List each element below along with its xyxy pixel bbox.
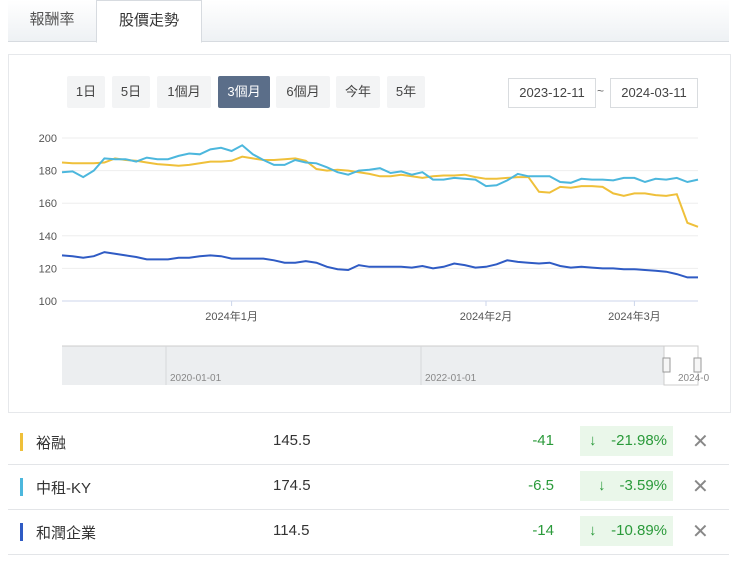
price-chart: 1001201401601802002024年1月 2024年2月 2024年3月 …	[39, 133, 710, 386]
stock-row: 裕融 145.5 -41 ↓ -21.98% ✕	[8, 420, 729, 465]
pct-value: -3.59%	[619, 477, 667, 494]
remove-icon[interactable]: ✕	[692, 474, 709, 499]
series-line-和潤企業	[61, 251, 698, 279]
navigator[interactable]: 2020-01-01 2022-01-01 2024-0	[62, 345, 710, 386]
y-tick-label: 140	[39, 231, 57, 243]
stock-price: 145.5	[273, 432, 311, 449]
series-line-中租-KY	[61, 144, 699, 188]
stock-price: 174.5	[273, 477, 311, 494]
arrow-down-icon: ↓	[589, 522, 597, 539]
series-color-marker	[20, 478, 23, 496]
y-tick-label: 200	[39, 133, 57, 145]
y-tick-label: 120	[39, 263, 57, 275]
stock-row: 中租-KY 174.5 -6.5 ↓ -3.59% ✕	[8, 465, 729, 510]
y-tick-label: 100	[39, 296, 57, 308]
x-tick-label: 2024年2月	[460, 309, 513, 323]
y-tick-label: 180	[39, 166, 57, 178]
pct-badge: ↓ -21.98%	[580, 426, 673, 456]
navigator-label: 2022-01-01	[425, 373, 477, 384]
navigator-right-handle[interactable]	[693, 357, 702, 373]
x-tick-label: 2024年3月	[608, 309, 661, 323]
stock-change: -41	[532, 432, 554, 449]
pct-badge: ↓ -3.59%	[580, 471, 673, 501]
remove-icon[interactable]: ✕	[692, 429, 709, 454]
x-tick-label: 2024年1月	[205, 309, 258, 323]
stock-name: 和潤企業	[36, 525, 97, 542]
stock-name: 中租-KY	[36, 480, 92, 497]
stock-price: 114.5	[273, 522, 310, 539]
navigator-left-handle[interactable]	[662, 357, 671, 373]
pct-value: -21.98%	[611, 432, 667, 449]
stock-change: -6.5	[528, 477, 554, 494]
arrow-down-icon: ↓	[589, 432, 597, 449]
navigator-label: 2024-0	[678, 373, 710, 384]
stock-change: -14	[532, 522, 554, 539]
pct-value: -10.89%	[611, 522, 667, 539]
y-tick-label: 160	[39, 198, 57, 210]
navigator-mask	[62, 346, 664, 385]
pct-badge: ↓ -10.89%	[580, 516, 673, 546]
navigator-label: 2020-01-01	[170, 373, 222, 384]
series-color-marker	[20, 523, 23, 541]
stock-row: 和潤企業 114.5 -14 ↓ -10.89% ✕	[8, 510, 729, 555]
remove-icon[interactable]: ✕	[692, 519, 709, 544]
stock-name: 裕融	[36, 435, 67, 452]
arrow-down-icon: ↓	[598, 477, 606, 494]
series-color-marker	[20, 433, 23, 451]
